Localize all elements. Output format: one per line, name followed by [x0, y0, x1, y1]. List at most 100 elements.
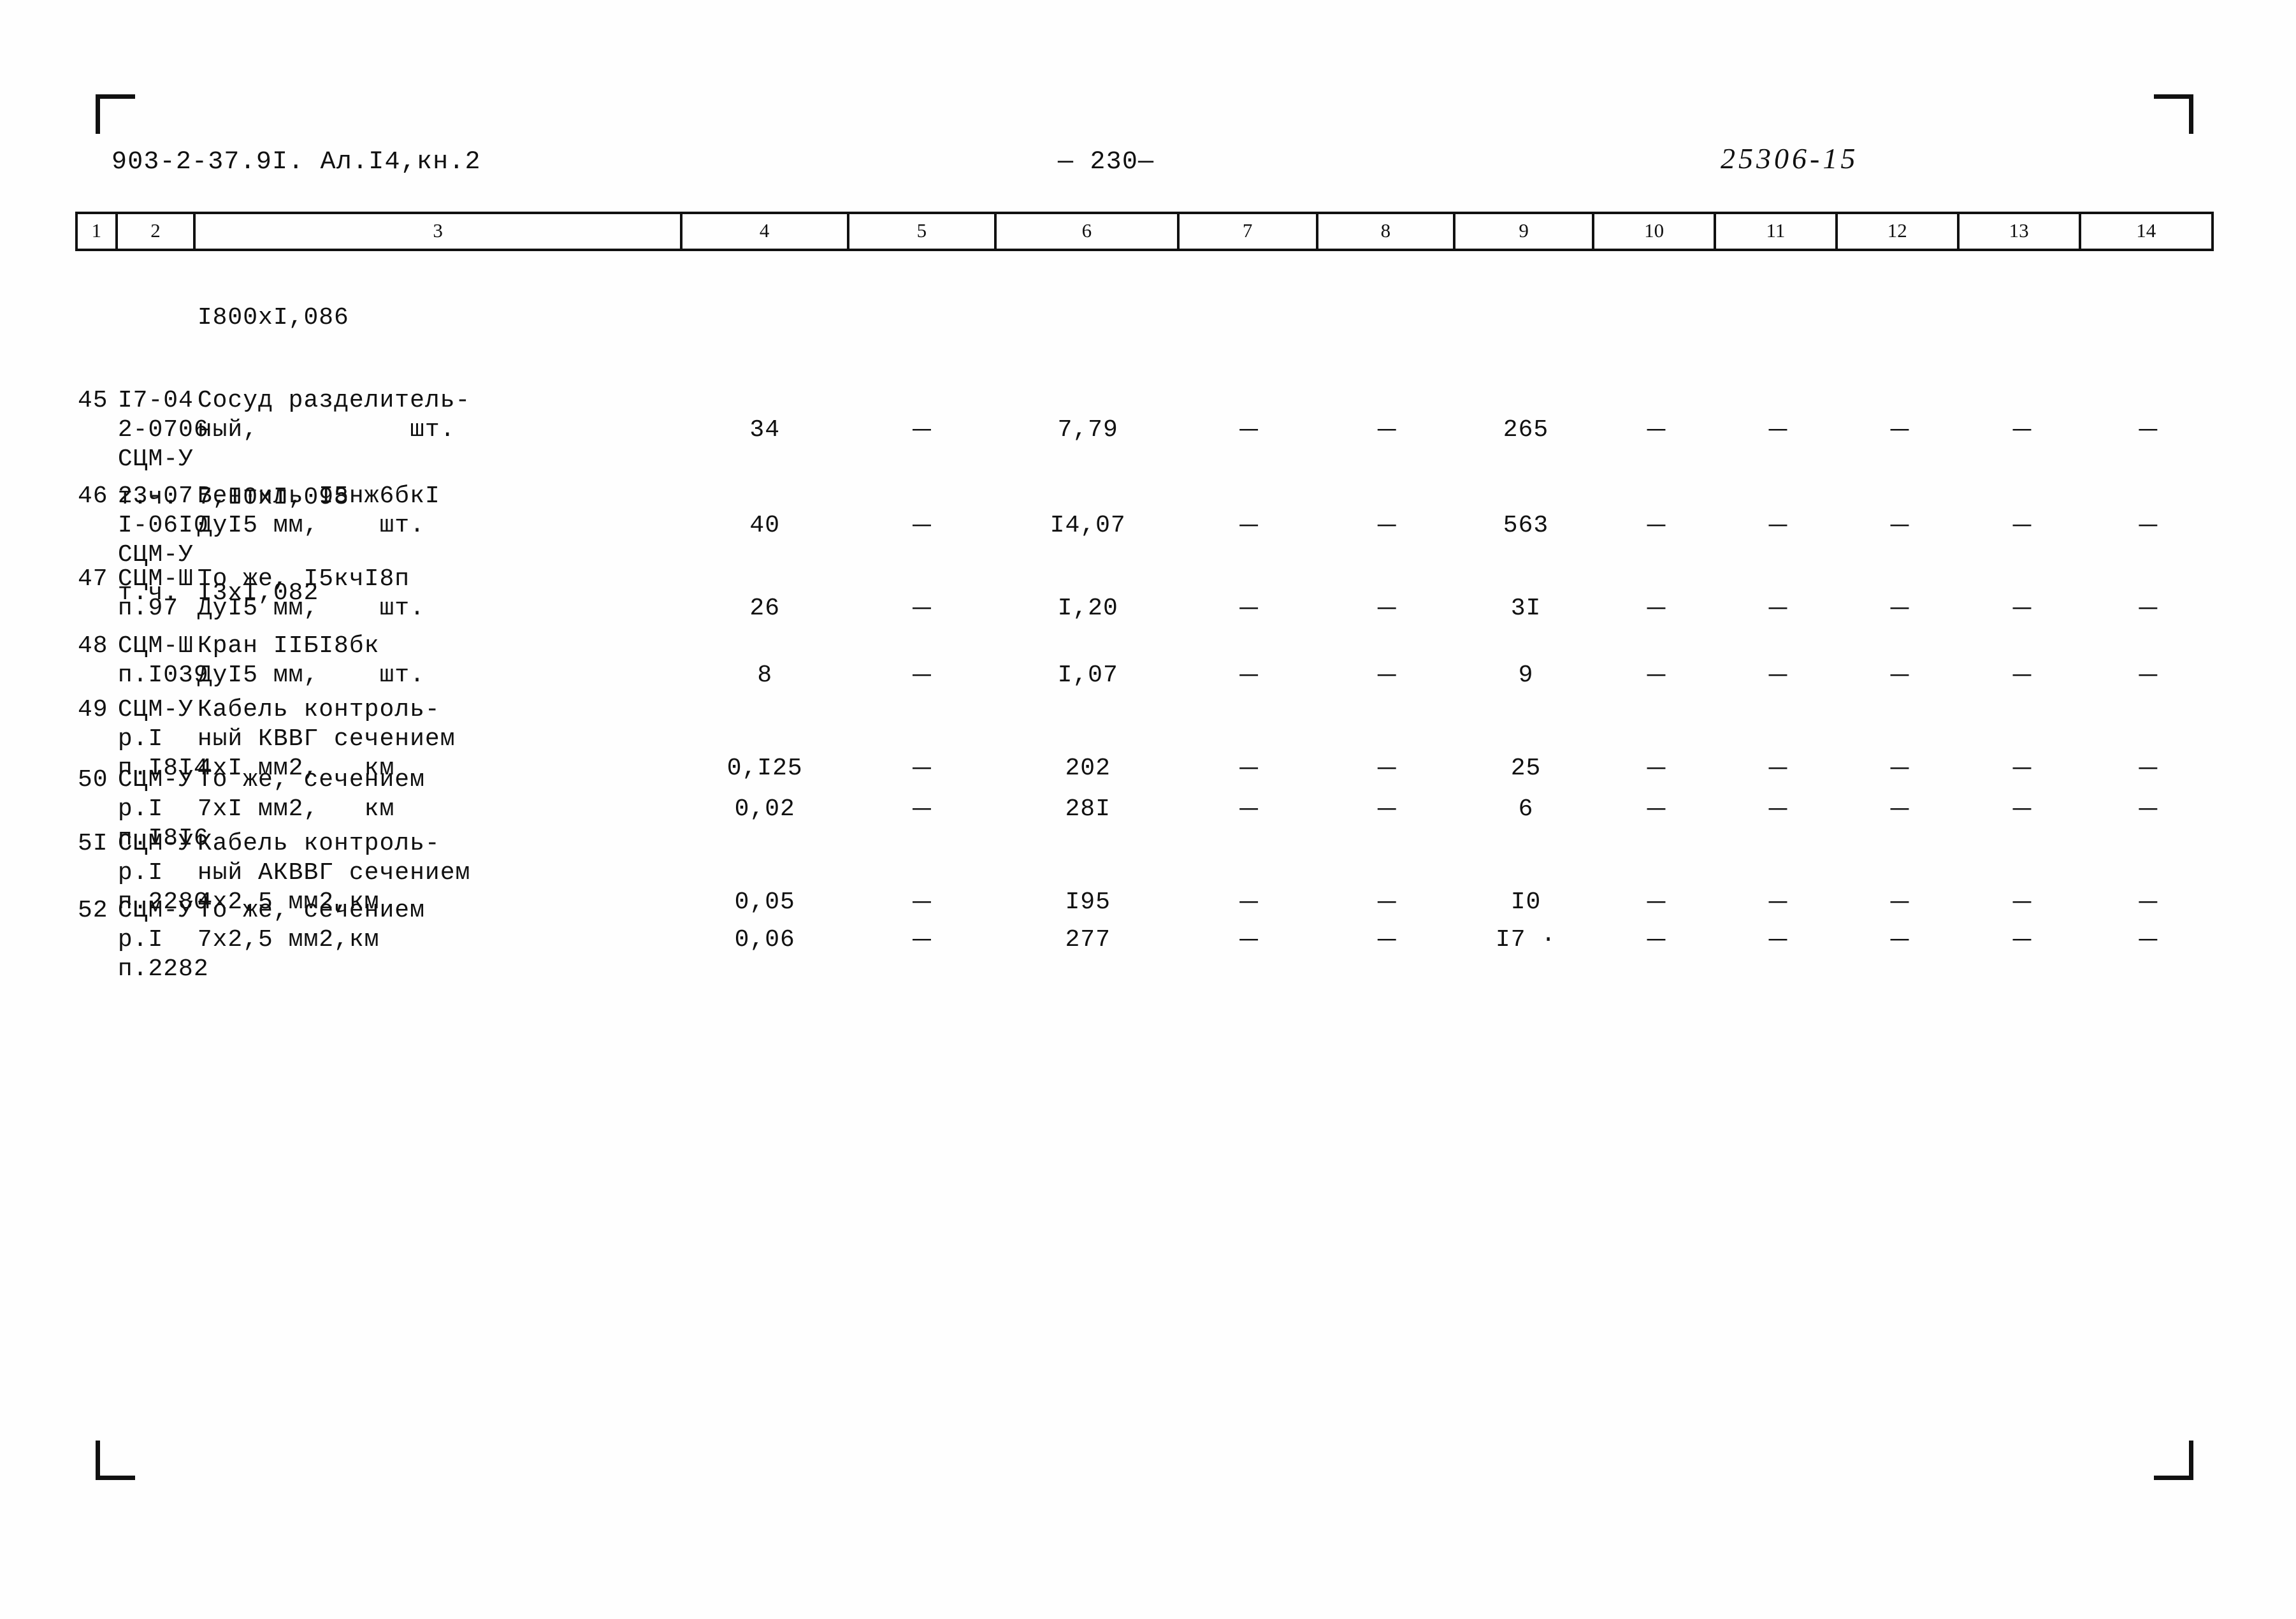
row-description-line: ный АКВВГ сечением — [197, 859, 471, 887]
row-code-line: 23-07 — [117, 483, 194, 510]
row-code-line: п.97 — [117, 595, 179, 622]
row-value-col-4: 34 — [749, 416, 781, 444]
preceding-dimension-line: I800xI,086 — [197, 304, 349, 331]
row-value-col-8: — — [1378, 595, 1397, 622]
row-value-col-8: — — [1378, 755, 1397, 782]
crop-mark-bottom-right — [2154, 1441, 2193, 1480]
row-value-col-14: — — [2139, 795, 2158, 823]
column-header-9: 9 — [1455, 214, 1595, 249]
column-header-12: 12 — [1838, 214, 1960, 249]
row-value-col-9: 25 — [1510, 755, 1541, 782]
row-code-line: СЦМ-У — [117, 541, 194, 569]
row-code-line: р.I — [117, 725, 164, 753]
row-value-col-9: I0 — [1510, 889, 1541, 916]
row-code-line: р.I — [117, 926, 164, 954]
row-code-line: СЦМ-У — [117, 897, 194, 924]
row-value-col-9: 6 — [1518, 795, 1534, 823]
row-value-col-6: 202 — [1065, 755, 1111, 782]
row-value-col-8: — — [1378, 795, 1397, 823]
row-value-col-6: I,20 — [1057, 595, 1118, 622]
column-header-4: 4 — [682, 214, 849, 249]
row-code-line: СЦМ-У — [117, 446, 194, 473]
row-value-col-5: — — [913, 662, 932, 689]
row-code-line: п.2282 — [117, 955, 209, 983]
row-value-col-14: — — [2139, 889, 2158, 916]
column-header-13: 13 — [1960, 214, 2081, 249]
row-value-col-4: 0,I25 — [726, 755, 803, 782]
row-item-number: 47 — [78, 565, 108, 593]
column-header-8: 8 — [1318, 214, 1456, 249]
column-number-header: 1 2 3 4 5 6 7 8 9 10 11 12 13 14 — [75, 212, 2214, 251]
row-value-col-8: — — [1378, 512, 1397, 539]
row-value-col-9: 265 — [1503, 416, 1549, 444]
row-value-col-14: — — [2139, 662, 2158, 689]
row-value-col-8: — — [1378, 889, 1397, 916]
row-item-number: 45 — [78, 387, 108, 414]
column-header-11: 11 — [1716, 214, 1838, 249]
row-value-col-5: — — [913, 889, 932, 916]
row-value-col-4: 8 — [757, 662, 773, 689]
row-description-line: То же, сечением — [197, 897, 425, 924]
row-description-line: 7xI мм2, км — [197, 795, 395, 823]
row-value-col-4: 0,02 — [734, 795, 795, 823]
row-description-line: 7x2,5 мм2,км — [197, 926, 380, 954]
column-header-7: 7 — [1180, 214, 1318, 249]
row-item-number: 48 — [78, 632, 108, 660]
column-header-6: 6 — [997, 214, 1180, 249]
row-code-line: I7-04 — [117, 387, 194, 414]
row-value-col-14: — — [2139, 512, 2158, 539]
row-code-line: СЦМ-У — [117, 830, 194, 857]
row-value-col-6: 277 — [1065, 926, 1111, 954]
row-value-col-6: 28I — [1065, 795, 1111, 823]
row-value-col-6: 7,79 — [1057, 416, 1118, 444]
row-description-line: ДуI5 мм, шт. — [197, 662, 425, 689]
row-value-col-5: — — [913, 512, 932, 539]
row-value-col-9: 9 — [1518, 662, 1534, 689]
column-header-1: 1 — [78, 214, 118, 249]
row-description-line: То же, сечением — [197, 766, 425, 794]
row-code-line: СЦМ-Ш — [117, 565, 194, 593]
row-item-number: 52 — [78, 897, 108, 924]
row-description-line: ный, шт. — [197, 416, 456, 444]
row-value-col-8: — — [1378, 662, 1397, 689]
column-header-3: 3 — [196, 214, 682, 249]
row-value-col-9: 3I — [1510, 595, 1541, 622]
row-value-col-4: 0,06 — [734, 926, 795, 954]
row-code-line: р.I — [117, 859, 164, 887]
row-value-col-5: — — [913, 755, 932, 782]
document-id: 903-2-37.9I. Ал.I4,кн.2 — [112, 148, 481, 177]
row-description-line: Кабель контроль- — [197, 830, 440, 857]
row-value-col-5: — — [913, 795, 932, 823]
row-description-line: Кабель контроль- — [197, 696, 440, 723]
row-description-line: То же, I5кчI8п — [197, 565, 410, 593]
row-code-line: СЦМ-У — [117, 696, 194, 723]
row-value-col-8: — — [1378, 926, 1397, 954]
column-header-2: 2 — [118, 214, 196, 249]
row-item-number: 46 — [78, 483, 108, 510]
row-value-col-9: I7 · — [1495, 926, 1557, 954]
page-number: — 230— — [1058, 148, 1155, 177]
row-value-col-4: 40 — [749, 512, 781, 539]
archive-code-handwritten: 25306-15 — [1721, 142, 1859, 175]
row-description-line: Вентиль I5нж6бкI — [197, 483, 440, 510]
row-value-col-14: — — [2139, 595, 2158, 622]
row-value-col-5: — — [913, 595, 932, 622]
row-code-line: I-06I0 — [117, 512, 209, 539]
row-description-line: ный КВВГ сечением — [197, 725, 456, 753]
crop-mark-top-left — [96, 94, 135, 134]
row-value-col-4: 0,05 — [734, 889, 795, 916]
column-header-14: 14 — [2136, 219, 2156, 242]
row-value-col-5: — — [913, 416, 932, 444]
row-description-line: Сосуд разделитель- — [197, 387, 471, 414]
row-code-line: п.I039 — [117, 662, 209, 689]
row-value-col-6: I,07 — [1057, 662, 1118, 689]
row-description-line: ДуI5 мм, шт. — [197, 512, 425, 539]
row-value-col-14: — — [2139, 416, 2158, 444]
row-value-col-14: — — [2139, 926, 2158, 954]
document-page: 903-2-37.9I. Ал.I4,кн.2 — 230— 25306-15 … — [0, 0, 2296, 1619]
row-value-col-6: I95 — [1065, 889, 1111, 916]
row-value-col-9: 563 — [1503, 512, 1549, 539]
row-item-number: 49 — [78, 696, 108, 723]
row-code-line: СЦМ-У — [117, 766, 194, 794]
row-code-line: СЦМ-Ш — [117, 632, 194, 660]
